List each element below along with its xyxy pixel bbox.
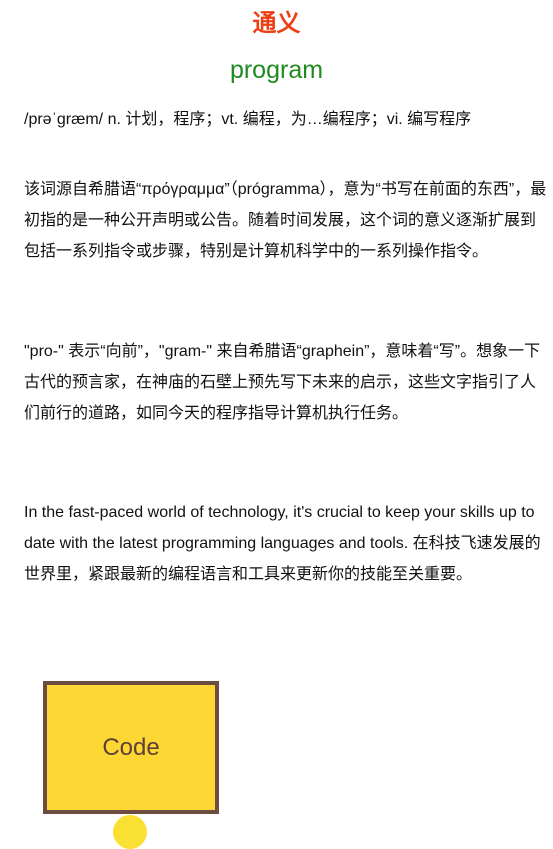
code-card-label: Code <box>102 733 160 761</box>
pronunciation-definition: /prəˈɡræm/ n. 计划，程序；vt. 编程，为…编程序；vi. 编写程… <box>24 111 472 128</box>
yellow-circle <box>113 815 147 849</box>
etymology-paragraph: 该词源自希腊语“πρόγραμμα”（prógramma），意为“书写在前面的东… <box>24 181 547 260</box>
mnemonic-paragraph: "pro-" 表示“向前”，"gram-" 来自希腊语“graphein”，意味… <box>24 343 541 422</box>
headword: program <box>229 56 324 84</box>
code-card: Code <box>43 681 219 814</box>
example-paragraph: In the fast-paced world of technology, i… <box>24 504 541 583</box>
brand-title: 通义 <box>252 10 301 37</box>
